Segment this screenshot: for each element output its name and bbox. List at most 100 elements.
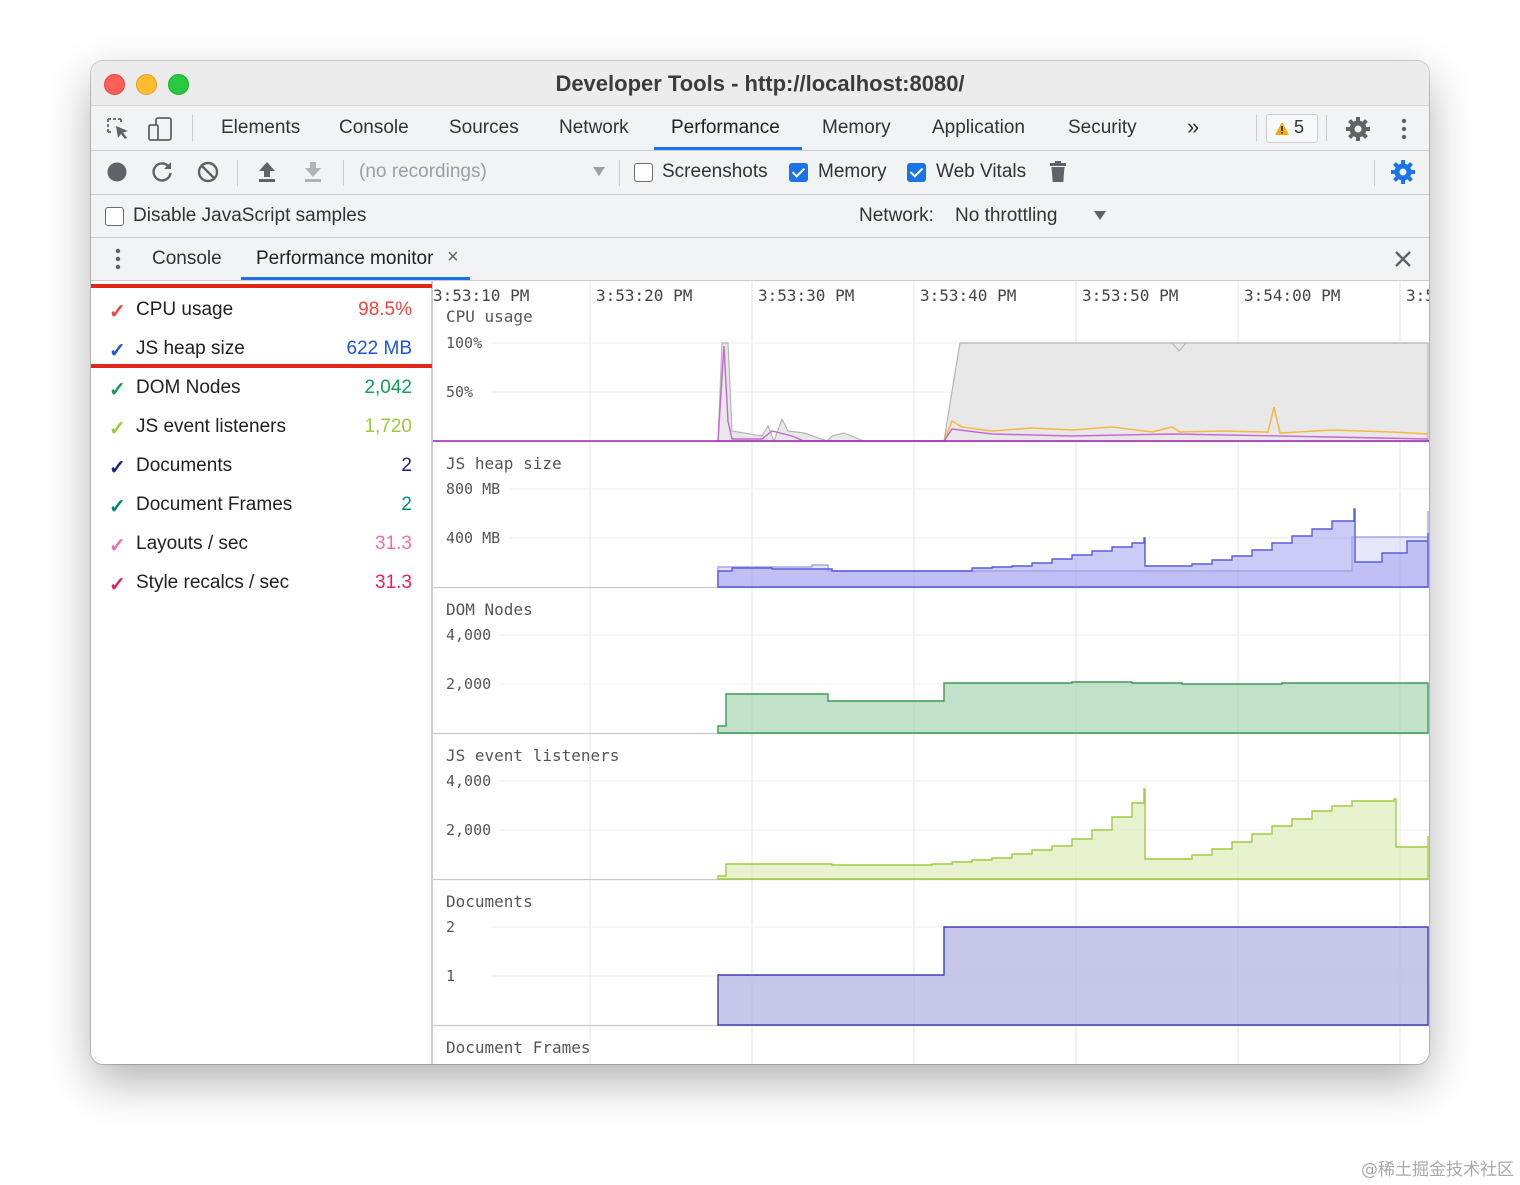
y-axis-label: 100% xyxy=(446,334,482,352)
metric-value: 1,720 xyxy=(364,416,412,437)
metric-value: 31.3 xyxy=(375,572,412,593)
check-icon[interactable]: ✓ xyxy=(109,416,126,441)
drawer-tab-performance-monitor[interactable]: Performance monitor xyxy=(256,248,433,270)
metric-row-documents[interactable]: ✓ Documents 2 xyxy=(91,447,431,486)
performance-settings-bar: Disable JavaScript samples Network: No t… xyxy=(91,195,1429,238)
time-tick-label: 3:5 xyxy=(1406,286,1429,305)
graphs-panel: 3:53:10 PM 3:53:20 PM 3:53:30 PM 3:53:40 PM… xyxy=(432,281,1429,1064)
drawer-tab-bar: Console Performance monitor × xyxy=(91,238,1429,281)
warnings-badge[interactable]: 5 xyxy=(1266,114,1318,143)
y-axis-label: 2,000 xyxy=(446,675,491,693)
metric-label: JS event listeners xyxy=(136,416,286,437)
inspect-element-icon[interactable] xyxy=(105,116,131,142)
chevron-down-icon xyxy=(593,167,605,176)
memory-label: Memory xyxy=(818,161,887,182)
device-toolbar-icon[interactable] xyxy=(147,116,173,142)
metric-row-layouts-sec[interactable]: ✓ Layouts / sec 31.3 xyxy=(91,525,431,564)
trash-icon[interactable] xyxy=(1045,159,1071,185)
metric-value: 2 xyxy=(401,455,412,476)
clear-icon[interactable] xyxy=(195,159,221,185)
memory-checkbox[interactable] xyxy=(789,163,808,182)
tab-console[interactable]: Console xyxy=(339,117,409,139)
tab-performance[interactable]: Performance xyxy=(671,117,780,139)
chevron-down-icon xyxy=(1094,211,1106,220)
web-vitals-checkbox[interactable] xyxy=(907,163,926,182)
chart-title: CPU usage xyxy=(446,307,533,326)
tab-sources[interactable]: Sources xyxy=(449,117,519,139)
settings-gear-icon[interactable] xyxy=(1345,116,1371,142)
time-tick-label: 3:53:30 PM xyxy=(758,286,854,305)
download-profile-icon[interactable] xyxy=(300,159,326,185)
drawer-menu-icon[interactable] xyxy=(105,246,131,272)
separator xyxy=(343,160,344,186)
tab-memory[interactable]: Memory xyxy=(822,117,891,139)
window-title: Developer Tools - http://localhost:8080/ xyxy=(555,71,965,96)
drawer-active-tab-indicator xyxy=(241,277,470,280)
chart-title: Document Frames xyxy=(446,1038,591,1057)
y-axis-label: 2,000 xyxy=(446,821,491,839)
separator xyxy=(1374,160,1375,186)
active-tab-indicator xyxy=(654,147,802,150)
more-options-icon[interactable] xyxy=(1391,116,1417,142)
screenshots-checkbox[interactable] xyxy=(634,163,653,182)
metric-value: 2,042 xyxy=(364,377,412,398)
metric-label: DOM Nodes xyxy=(136,377,241,398)
metric-row-js-event-listeners[interactable]: ✓ JS event listeners 1,720 xyxy=(91,408,431,447)
separator xyxy=(1256,115,1257,141)
reload-record-icon[interactable] xyxy=(149,159,175,185)
title-bar: Developer Tools - http://localhost:8080/ xyxy=(91,61,1429,106)
y-axis-label: 4,000 xyxy=(446,772,491,790)
check-icon[interactable]: ✓ xyxy=(109,455,126,480)
recordings-select[interactable]: (no recordings) xyxy=(359,161,487,183)
label-mask xyxy=(432,307,442,329)
tab-security[interactable]: Security xyxy=(1068,117,1137,139)
main-tab-bar: Elements Console Sources Network Performance… xyxy=(91,106,1429,151)
separator xyxy=(619,160,620,186)
heap-area xyxy=(717,508,1429,588)
time-tick-label: 3:53:40 PM xyxy=(920,286,1016,305)
time-tick-label: 3:53:20 PM xyxy=(596,286,692,305)
record-icon[interactable] xyxy=(104,159,130,185)
documents-area xyxy=(717,926,1429,1026)
listeners-area xyxy=(717,788,1429,880)
metric-value: 31.3 xyxy=(375,533,412,554)
disable-js-samples-label: Disable JavaScript samples xyxy=(133,205,367,226)
y-axis-label: 400 MB xyxy=(446,529,500,547)
close-tab-icon[interactable]: × xyxy=(447,246,459,269)
tab-application[interactable]: Application xyxy=(932,117,1025,139)
warnings-count: 5 xyxy=(1294,117,1305,137)
y-axis-label: 50% xyxy=(446,383,473,401)
y-axis-label: 1 xyxy=(446,967,455,985)
check-icon[interactable]: ✓ xyxy=(109,377,126,402)
tab-network[interactable]: Network xyxy=(559,117,629,139)
y-axis-label: 800 MB xyxy=(446,480,500,498)
metric-value: 2 xyxy=(401,494,412,515)
metric-label: Layouts / sec xyxy=(136,533,248,554)
capture-settings-gear-icon[interactable] xyxy=(1390,159,1416,185)
upload-profile-icon[interactable] xyxy=(254,159,280,185)
more-tabs-button[interactable]: » xyxy=(1187,114,1199,140)
check-icon[interactable]: ✓ xyxy=(109,533,126,558)
performance-toolbar: (no recordings) Screenshots Memory Web V… xyxy=(91,151,1429,195)
y-axis-label: 2 xyxy=(446,918,455,936)
tab-elements[interactable]: Elements xyxy=(221,117,300,139)
network-throttling-select[interactable]: No throttling xyxy=(955,205,1057,227)
disable-js-samples-checkbox[interactable] xyxy=(105,207,124,226)
time-tick-label: 3:53:50 PM xyxy=(1082,286,1178,305)
metric-row-dom-nodes[interactable]: ✓ DOM Nodes 2,042 xyxy=(91,369,431,408)
web-vitals-label: Web Vitals xyxy=(936,161,1027,182)
close-drawer-icon[interactable] xyxy=(1390,246,1416,272)
drawer-tab-console[interactable]: Console xyxy=(152,248,222,270)
y-axis-label: 4,000 xyxy=(446,626,491,644)
check-icon[interactable]: ✓ xyxy=(109,572,126,597)
metric-row-document-frames[interactable]: ✓ Document Frames 2 xyxy=(91,486,431,525)
screenshots-label: Screenshots xyxy=(662,161,768,182)
performance-graphs: 3:53:10 PM 3:53:20 PM 3:53:30 PM 3:53:40 PM… xyxy=(432,281,1429,1064)
check-icon[interactable]: ✓ xyxy=(109,494,126,519)
metrics-panel: ✓ CPU usage 98.5% ✓ JS heap size 622 MB ✓ DOM N… xyxy=(91,281,449,1064)
devtools-window: Developer Tools - http://localhost:8080/… xyxy=(91,61,1429,1064)
chart-title: JS event listeners xyxy=(446,746,619,765)
metric-row-style-recalcs-sec[interactable]: ✓ Style recalcs / sec 31.3 xyxy=(91,564,431,603)
time-tick-label: 3:54:00 PM xyxy=(1244,286,1340,305)
chart-title: DOM Nodes xyxy=(446,600,533,619)
